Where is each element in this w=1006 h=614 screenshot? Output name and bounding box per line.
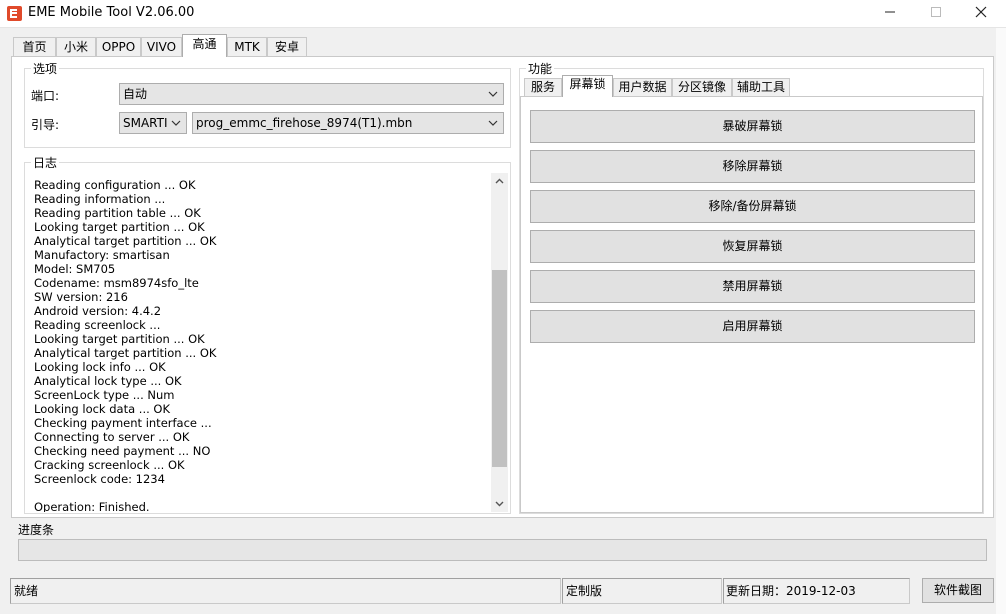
window-edge	[996, 28, 1006, 614]
tab-service[interactable]: 服务	[524, 78, 562, 97]
log-group: 日志 Reading configuration ... OK Reading …	[24, 154, 511, 514]
functions-title: 功能	[526, 60, 555, 77]
tab-qualcomm[interactable]: 高通	[182, 34, 227, 57]
screen-lock-panel: 暴破屏幕锁 移除屏幕锁 移除/备份屏幕锁 恢复屏幕锁 禁用屏幕锁 启用屏幕锁	[520, 96, 983, 513]
loader-label: 引导:	[31, 118, 60, 132]
options-title: 选项	[31, 60, 60, 77]
scroll-thumb[interactable]	[492, 270, 507, 467]
tab-mtk[interactable]: MTK	[227, 37, 267, 57]
tab-xiaomi[interactable]: 小米	[56, 37, 96, 57]
tab-aux-tools[interactable]: 辅助工具	[732, 78, 790, 97]
enable-screen-lock-button[interactable]: 启用屏幕锁	[530, 310, 975, 343]
port-select[interactable]: 自动	[119, 83, 504, 105]
options-group: 选项 端口: 自动 引导: SMARTI prog_emmc_firehose_…	[24, 60, 511, 148]
progress-bar	[18, 539, 987, 561]
tab-oppo[interactable]: OPPO	[96, 37, 141, 57]
chevron-down-icon	[488, 91, 498, 97]
brute-force-screen-lock-button[interactable]: 暴破屏幕锁	[530, 110, 975, 143]
progress-title: 进度条	[18, 523, 55, 537]
remove-screen-lock-button[interactable]: 移除屏幕锁	[530, 150, 975, 183]
tab-partition-image[interactable]: 分区镜像	[672, 78, 732, 97]
title-bar: EME Mobile Tool V2.06.00	[0, 0, 1006, 28]
chevron-up-icon	[495, 178, 504, 184]
chevron-down-icon	[170, 113, 182, 133]
tab-home[interactable]: 首页	[13, 37, 56, 57]
restore-screen-lock-button[interactable]: 恢复屏幕锁	[530, 230, 975, 263]
log-output[interactable]: Reading configuration ... OK Reading inf…	[27, 173, 508, 512]
status-state: 就绪	[10, 578, 561, 604]
loader-file-value: prog_emmc_firehose_8974(T1).mbn	[196, 116, 413, 130]
disable-screen-lock-button[interactable]: 禁用屏幕锁	[530, 270, 975, 303]
loader-type-value: SMARTI	[123, 116, 168, 130]
window-title: EME Mobile Tool V2.06.00	[28, 5, 195, 20]
software-screenshot-button[interactable]: 软件截图	[922, 578, 994, 603]
tab-user-data[interactable]: 用户数据	[613, 78, 672, 97]
eme-logo-icon	[7, 6, 22, 21]
tab-screen-lock[interactable]: 屏幕锁	[562, 75, 613, 97]
minimize-icon	[885, 11, 895, 13]
minimize-button[interactable]	[867, 0, 913, 28]
log-text: Reading configuration ... OK Reading inf…	[34, 178, 217, 512]
chevron-down-icon	[495, 501, 504, 507]
loader-file-select[interactable]: prog_emmc_firehose_8974(T1).mbn	[192, 112, 504, 134]
tab-android[interactable]: 安卓	[267, 37, 307, 57]
status-update-date: 更新日期：2019-12-03	[723, 578, 910, 604]
port-label: 端口:	[31, 89, 60, 103]
close-icon	[975, 6, 987, 18]
log-scrollbar[interactable]	[491, 173, 508, 512]
loader-type-select[interactable]: SMARTI	[119, 112, 187, 134]
scroll-down-button[interactable]	[491, 495, 508, 512]
log-title: 日志	[31, 154, 60, 171]
chevron-down-icon	[488, 120, 498, 126]
remove-backup-screen-lock-button[interactable]: 移除/备份屏幕锁	[530, 190, 975, 223]
status-edition: 定制版	[562, 578, 722, 604]
maximize-button[interactable]	[913, 0, 959, 28]
tab-vivo[interactable]: VIVO	[141, 37, 182, 57]
scroll-up-button[interactable]	[491, 173, 508, 190]
status-bar: 就绪 定制版 更新日期：2019-12-03 软件截图	[0, 576, 1006, 614]
maximize-icon	[931, 7, 941, 17]
port-value: 自动	[123, 87, 148, 101]
close-button[interactable]	[958, 0, 1004, 28]
